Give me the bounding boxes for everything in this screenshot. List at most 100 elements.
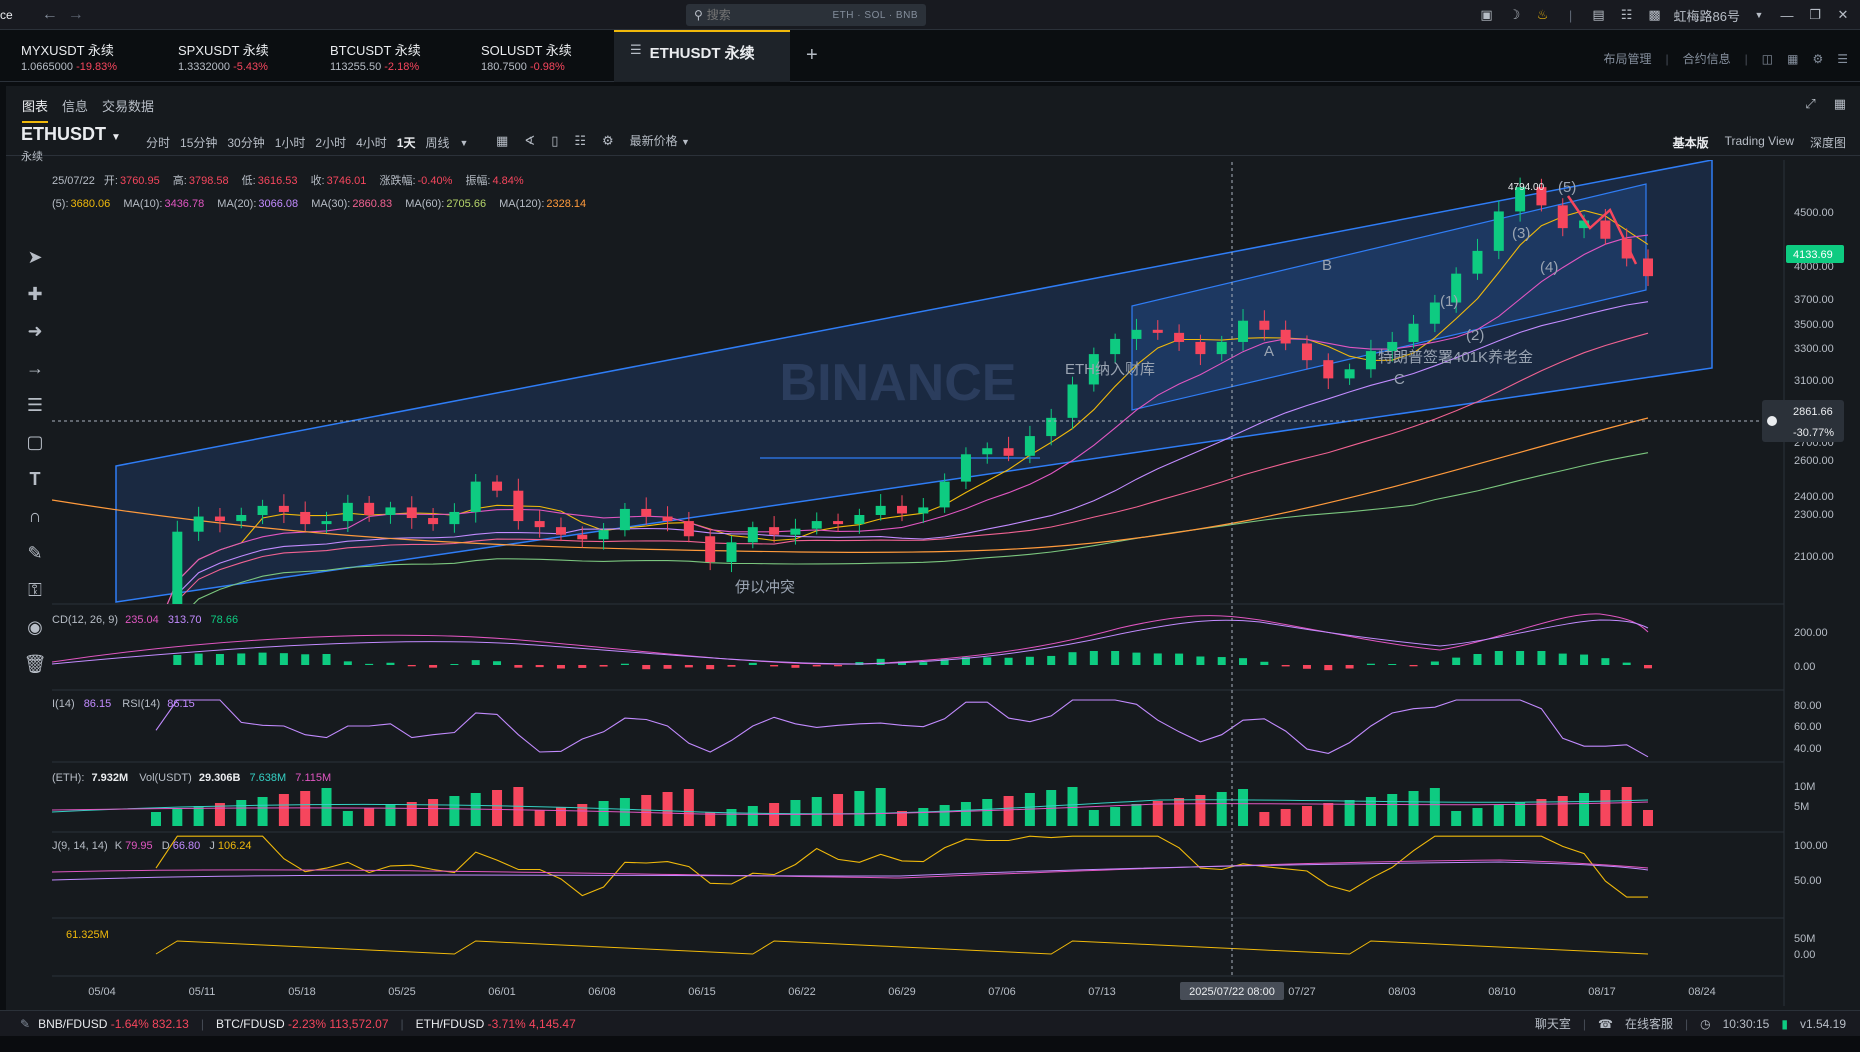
symbol-sub: 永续 <box>21 151 43 163</box>
trendline-icon[interactable]: ➜ <box>23 320 47 343</box>
extra-readout: 61.325M <box>66 929 109 941</box>
restore-icon[interactable]: ❐ <box>1806 6 1824 24</box>
tab-trade-data[interactable]: 交易数据 <box>102 96 154 123</box>
view-tradingview[interactable]: Trading View <box>1725 134 1794 151</box>
list-icon: ☰ <box>630 42 642 57</box>
cursor-icon[interactable]: ➤ <box>23 246 47 269</box>
ticker-edit-icon[interactable]: ✎ <box>20 1017 30 1031</box>
search-input[interactable] <box>706 8 827 22</box>
pair-tab-eth-active[interactable]: ☰ ETHUSDT 永续 <box>614 30 790 82</box>
trash-icon[interactable]: 🗑 <box>23 653 47 676</box>
tab-info[interactable]: 信息 <box>62 96 88 123</box>
interval-selector: 分时 15分钟 30分钟 1小时 2小时 4小时 1天 周线 ▼ <box>146 134 468 151</box>
chevron-down-icon[interactable]: ▼ <box>1750 6 1768 24</box>
interval-option[interactable]: 4小时 <box>356 134 387 151</box>
chart-subtabs: 图表 信息 交易数据 <box>22 96 154 123</box>
ma60-label: MA(60): <box>405 198 445 210</box>
view-depth[interactable]: 深度图 <box>1810 134 1846 151</box>
interval-option[interactable]: 15分钟 <box>180 134 217 151</box>
indicator-icon[interactable]: ∢ <box>524 133 535 149</box>
gear-icon[interactable]: ⚙ <box>602 133 614 149</box>
ma120-label: MA(120): <box>499 198 545 210</box>
fib-icon[interactable]: ☰ <box>23 394 47 417</box>
rsi-value-2: 86.15 <box>167 698 195 710</box>
tab-chart[interactable]: 图表 <box>22 96 49 123</box>
bell-icon[interactable]: ♨ <box>1534 6 1552 24</box>
ticker-btc[interactable]: BTC/FDUSD -2.23% 113,572.07 <box>216 1017 389 1031</box>
pair-tab-spx[interactable]: SPXUSDT 永续 1.3332000 -5.43% <box>178 30 269 82</box>
interval-option[interactable]: 2小时 <box>315 134 346 151</box>
screen-icon[interactable]: ▣ <box>1478 6 1496 24</box>
close-icon[interactable]: ✕ <box>1834 6 1852 24</box>
clock-icon: ◷ <box>1700 1016 1711 1031</box>
edit-icon[interactable]: ✎ <box>23 542 47 565</box>
interval-option-active[interactable]: 1天 <box>397 134 416 151</box>
chat-room-link[interactable]: 聊天室 <box>1535 1015 1571 1032</box>
forward-arrow-icon[interactable]: → <box>63 2 89 28</box>
eye-icon[interactable]: ◉ <box>23 616 47 639</box>
price-mode-select[interactable]: 最新价格 ▼ <box>630 132 690 149</box>
chevron-down-icon[interactable]: ▼ <box>460 138 469 148</box>
amplitude-value: 4.84% <box>492 175 524 187</box>
app-version: v1.54.19 <box>1799 1016 1846 1031</box>
avatar[interactable]: ▩ <box>1646 6 1664 24</box>
ma5-value: 3680.06 <box>70 198 111 210</box>
ticker-eth[interactable]: ETH/FDUSD -3.71% 4,145.47 <box>416 1017 576 1031</box>
customer-service-link[interactable]: 在线客服 <box>1625 1015 1673 1032</box>
add-tab-icon[interactable]: + <box>806 44 818 67</box>
pair-tab-myx[interactable]: MYXUSDT 永续 1.0665000 -19.83% <box>21 30 117 82</box>
contract-info-link[interactable]: 合约信息 <box>1683 50 1731 67</box>
vol-usdt-label: Vol(USDT) <box>139 772 192 784</box>
wallet-icon[interactable]: ▤ <box>1590 6 1608 24</box>
price-mode-label: 最新价格 <box>629 134 678 148</box>
lock-icon[interactable]: ⚿ <box>23 579 47 602</box>
d-label: D <box>161 840 170 852</box>
user-name[interactable]: 虹梅路86号 <box>1674 6 1740 25</box>
grid-icon[interactable]: ▦ <box>1787 52 1798 66</box>
layout-column-icon[interactable]: ◫ <box>1762 52 1773 66</box>
ticker-symbol: BNB/FDUSD <box>38 1016 108 1031</box>
magnet-icon[interactable]: ∩ <box>23 505 47 528</box>
crosshair-icon[interactable]: ✚ <box>23 283 47 306</box>
interval-option[interactable]: 分时 <box>146 134 170 151</box>
vol-ma1: 7.638M <box>249 772 287 784</box>
back-arrow-icon[interactable]: ← <box>37 2 63 28</box>
interval-option[interactable]: 周线 <box>425 134 449 151</box>
collapse-icon[interactable]: ⤢ <box>1805 96 1815 112</box>
minimize-icon[interactable]: — <box>1778 6 1796 24</box>
view-basic[interactable]: 基本版 <box>1673 134 1709 151</box>
interval-option[interactable]: 1小时 <box>275 134 306 151</box>
divider: | <box>200 1016 204 1031</box>
drawing-tools: ➤ ✚ ➜ → ☰ ▢ T ∩ ✎ ⚿ ◉ 🗑 <box>12 246 58 708</box>
layout-manage-link[interactable]: 布局管理 <box>1604 50 1652 67</box>
ma30-value: 2860.83 <box>352 198 393 210</box>
download-icon[interactable]: ☷ <box>1618 6 1636 24</box>
extra-value: 61.325M <box>66 929 109 941</box>
ma20-label: MA(20): <box>217 198 257 210</box>
template-icon[interactable]: ☷ <box>574 133 586 149</box>
ohlc-date: 25/07/22 <box>52 175 95 187</box>
pair-tab-change: -2.18% <box>384 61 420 73</box>
pair-tab-price: 1.0665000 <box>21 61 73 73</box>
ticker-bnb[interactable]: BNB/FDUSD -1.64% 832.13 <box>38 1017 189 1031</box>
rsi-readout: I(14) 86.15 RSI(14) 86.15 <box>52 698 195 710</box>
pair-tab-symbol: SOLUSDT 永续 <box>481 43 572 58</box>
interval-option[interactable]: 30分钟 <box>227 134 264 151</box>
amplitude-label: 振幅: <box>465 175 491 187</box>
gear-icon[interactable]: ⚙ <box>1812 52 1823 66</box>
candle-type-icon[interactable]: ▯ <box>551 133 558 149</box>
alarm-icon[interactable]: ☽ <box>1506 6 1524 24</box>
search-box[interactable]: ⚲ ETH · SOL · BNB <box>686 4 926 26</box>
shape-icon[interactable]: ▢ <box>23 431 47 454</box>
text-icon[interactable]: T <box>23 468 47 491</box>
high-value: 3798.58 <box>188 175 229 187</box>
arrow-icon[interactable]: → <box>23 357 47 380</box>
pair-tab-btc[interactable]: BTCUSDT 永续 113255.50 -2.18% <box>330 30 421 82</box>
symbol-name[interactable]: ETHUSDT ▼ <box>21 124 121 145</box>
pair-tab-sol[interactable]: SOLUSDT 永续 180.7500 -0.98% <box>481 30 572 82</box>
divider: | <box>1665 51 1669 66</box>
grid-layout-icon[interactable]: ▦ <box>1834 96 1846 112</box>
calendar-icon[interactable]: ▦ <box>496 133 508 149</box>
list-view-icon[interactable]: ☰ <box>1837 52 1848 66</box>
kdj-readout: J(9, 14, 14) K 79.95 D 66.80 J 106.24 <box>52 840 252 852</box>
